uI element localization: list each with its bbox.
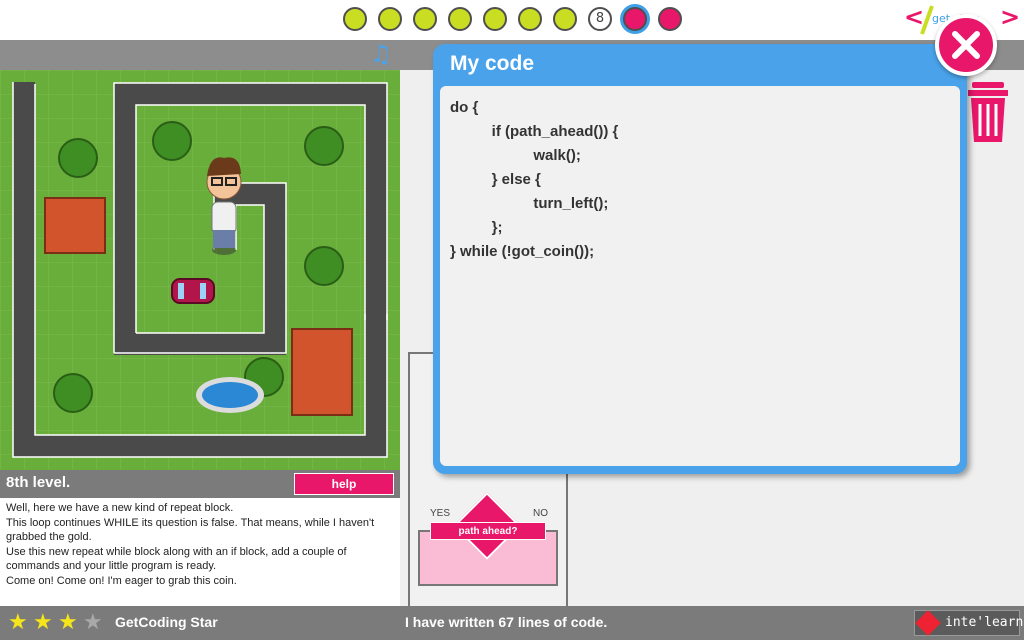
- level-dot[interactable]: 8: [588, 7, 612, 31]
- help-button[interactable]: help: [294, 473, 394, 495]
- pool-icon: [196, 377, 264, 413]
- if-condition-block[interactable]: YES NO path ahead?: [418, 492, 558, 586]
- level-progress-bar: 8 < get_ding >: [0, 0, 1024, 40]
- close-icon: [952, 31, 980, 59]
- condition-label[interactable]: path ahead?: [430, 522, 546, 540]
- instruction-paragraph: Come on! Come on! I'm eager to grab this…: [6, 574, 237, 587]
- logo-right-bracket: >: [1000, 3, 1021, 31]
- star-title: GetCoding Star: [115, 614, 218, 630]
- brand-text: inte'learn: [945, 615, 1024, 630]
- dialog-title: My code: [450, 52, 535, 75]
- level-dot[interactable]: [343, 7, 367, 31]
- code-line: turn_left();: [450, 195, 609, 212]
- code-line: } else {: [450, 171, 541, 188]
- code-line: walk();: [450, 147, 581, 164]
- code-listing: do { if (path_ahead()) { walk(); } else …: [440, 86, 960, 466]
- map-canvas: [0, 70, 400, 470]
- status-bar: ★ ★ ★ ★ GetCoding Star I have written 67 li…: [0, 606, 1024, 640]
- intelearn-brand: inte'learn: [914, 610, 1024, 636]
- star-filled-icon: ★: [8, 610, 28, 635]
- level-header: 8th level. help: [0, 470, 400, 498]
- level-dot[interactable]: [378, 7, 402, 31]
- lines-written-status: I have written 67 lines of code.: [405, 614, 608, 630]
- instruction-paragraph: Well, here we have a new kind of repeat …: [6, 502, 234, 514]
- star-filled-icon: ★: [58, 610, 78, 635]
- star-empty-icon: ★: [83, 610, 103, 635]
- level-dot[interactable]: [553, 7, 577, 31]
- level-dot[interactable]: [448, 7, 472, 31]
- close-dialog-button[interactable]: [935, 14, 997, 76]
- level-title: 8th level.: [6, 474, 71, 491]
- level-dot[interactable]: [413, 7, 437, 31]
- code-line: };: [450, 219, 503, 236]
- code-line: if (path_ahead()) {: [450, 123, 619, 140]
- code-line: do {: [450, 99, 479, 116]
- instruction-paragraph: This loop continues WHILE its question i…: [6, 516, 375, 544]
- code-line: } while (!got_coin());: [450, 243, 595, 260]
- star-filled-icon: ★: [33, 610, 53, 635]
- my-code-dialog: My code do { if (path_ahead()) { walk();…: [433, 44, 967, 474]
- if-yes-label: YES: [430, 508, 451, 519]
- level-dot[interactable]: [483, 7, 507, 31]
- game-map: [0, 70, 400, 470]
- trash-icon[interactable]: [966, 82, 1010, 144]
- intelearn-logo-icon: [915, 610, 941, 636]
- car-icon: [171, 278, 215, 304]
- level-dot[interactable]: [658, 7, 682, 31]
- level-instructions: Well, here we have a new kind of repeat …: [0, 498, 400, 606]
- level-dot[interactable]: [518, 7, 542, 31]
- if-no-label: NO: [533, 508, 548, 519]
- instruction-paragraph: Use this new repeat while block along wi…: [6, 545, 347, 573]
- music-toggle-icon[interactable]: ♫: [370, 40, 396, 68]
- level-dot[interactable]: [623, 7, 647, 31]
